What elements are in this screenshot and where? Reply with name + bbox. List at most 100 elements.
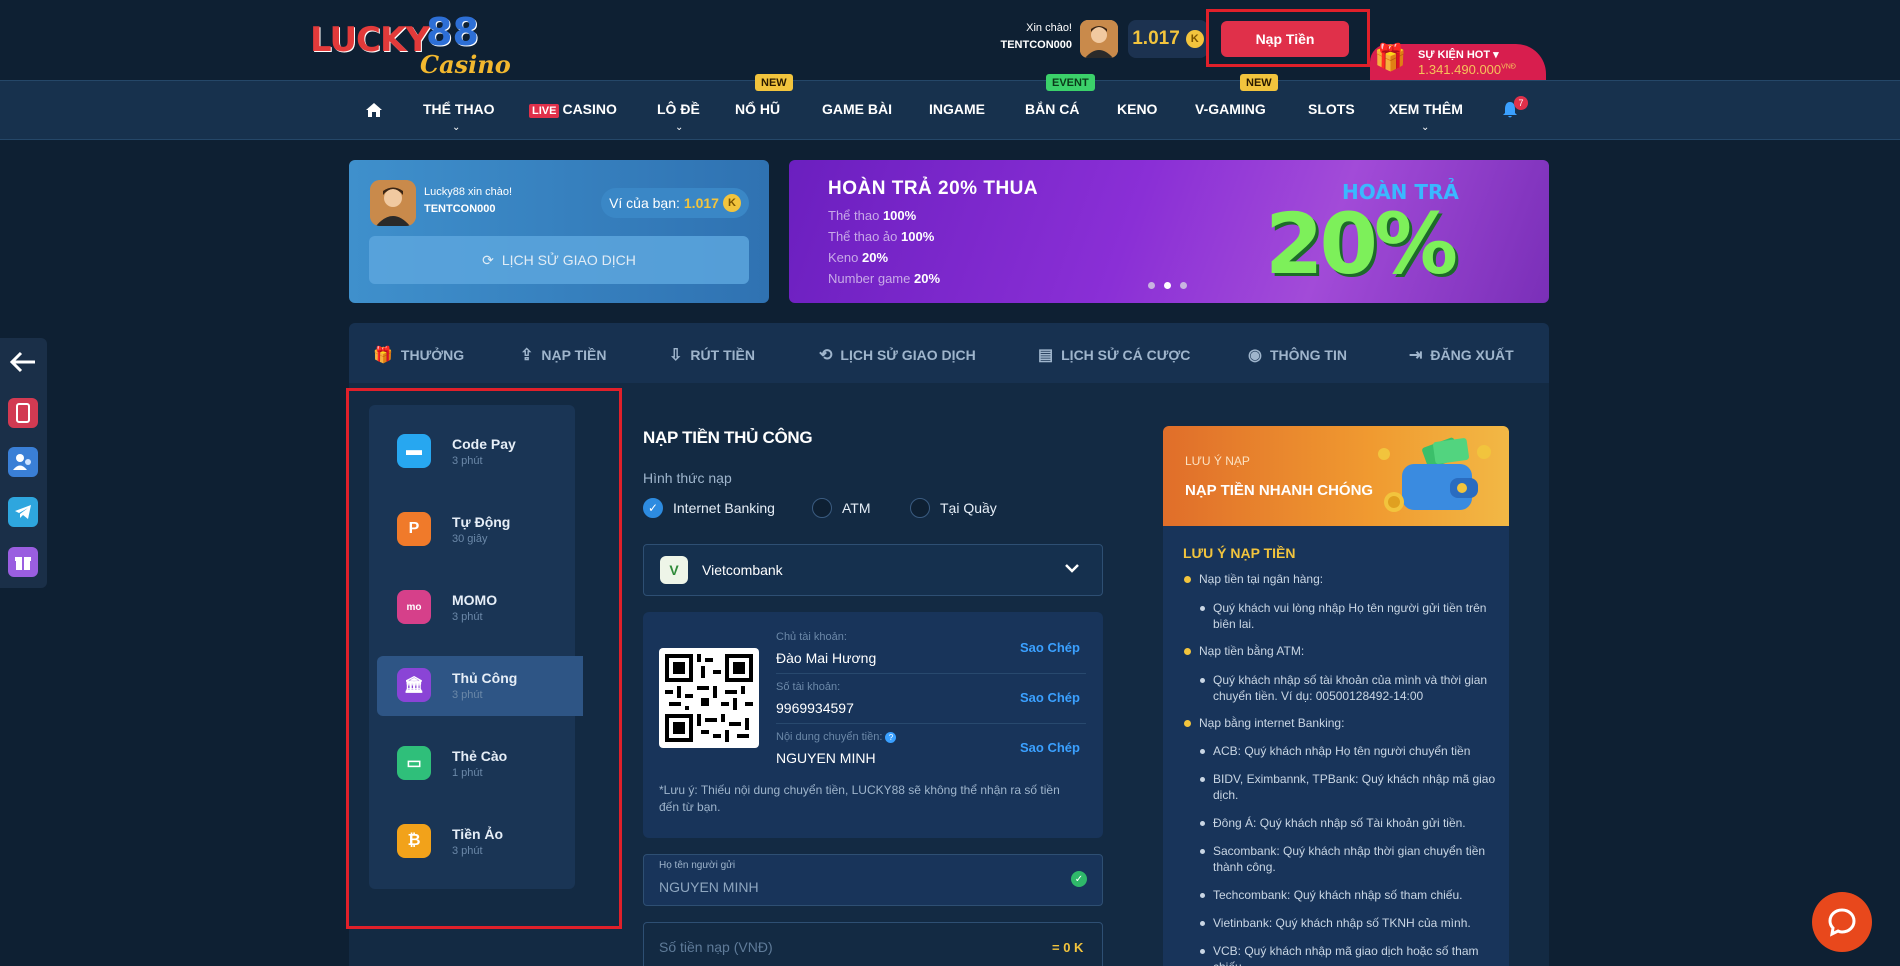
coin-icon: K <box>722 194 741 212</box>
note-subitem: Techcombank: Quý khách nhập số tham chiế… <box>1200 887 1500 903</box>
note-item: Nạp tiền tại ngân hàng: <box>1184 572 1323 586</box>
coin-icon: K <box>1185 30 1204 48</box>
copy-transfer-note-button[interactable]: Sao Chép <box>1020 740 1080 755</box>
note-subitem: Đông Á: Quý khách nhập số Tài khoản gửi … <box>1200 815 1500 831</box>
promo-line: Keno 20% <box>828 250 889 265</box>
account-number-value: 9969934597 <box>776 700 854 716</box>
note-subitem: Quý khách vui lòng nhập Họ tên người gửi… <box>1200 600 1500 632</box>
telegram-icon[interactable] <box>8 497 38 527</box>
account-holder-value: Đào Mai Hương <box>776 650 877 666</box>
promo-title: HOÀN TRẢ 20% THUA <box>828 178 1039 199</box>
transaction-history-button[interactable]: ⟳ LỊCH SỬ GIAO DỊCH <box>369 236 749 284</box>
note-subitem: Sacombank: Quý khách nhập thời gian chuy… <box>1200 843 1500 875</box>
nav-v-gaming[interactable]: V-GAMING <box>1195 101 1266 117</box>
deposit-button[interactable]: Nạp Tiền <box>1221 21 1349 57</box>
note-subitem: ACB: Quý khách nhập Họ tên người chuyển … <box>1200 743 1500 759</box>
notes-heading: LƯU Ý NẠP TIỀN <box>1183 545 1296 561</box>
carousel-dot[interactable] <box>1148 282 1155 289</box>
sender-name-value: NGUYEN MINH <box>659 879 759 895</box>
new-badge: NEW <box>1240 74 1278 91</box>
chevron-down-icon: ⌄ <box>675 122 684 133</box>
form-title: NẠP TIỀN THỦ CÔNG <box>643 428 813 447</box>
nav-keno[interactable]: KENO <box>1117 101 1157 117</box>
avatar <box>370 180 416 226</box>
nav-ingame[interactable]: INGAME <box>929 101 985 117</box>
promo-line: Number game 20% <box>828 271 941 286</box>
transfer-note-label: Nội dung chuyển tiền: ? <box>776 731 897 743</box>
tab-bet-history[interactable]: ▤ LỊCH SỬ CÁ CƯỢC <box>1038 345 1190 365</box>
tab-transaction-history[interactable]: ⟲ LỊCH SỬ GIAO DỊCH <box>819 345 976 365</box>
divider <box>776 723 1086 724</box>
tab-profile[interactable]: ◉ THÔNG TIN <box>1248 345 1347 365</box>
radio-internet-banking[interactable]: ✓ Internet Banking <box>643 498 775 518</box>
withdraw-icon: ⇩ <box>669 347 683 364</box>
receipt-icon: ▤ <box>1038 347 1054 364</box>
chevron-down-icon: ▾ <box>1493 49 1499 61</box>
transfer-warning: *Lưu ý: Thiếu nội dung chuyển tiền, LUCK… <box>659 783 1060 814</box>
copy-account-number-button[interactable]: Sao Chép <box>1020 690 1080 705</box>
new-badge: NEW <box>755 74 793 91</box>
gift-icon[interactable] <box>8 547 38 577</box>
promo-art-percent: 20% <box>1265 195 1458 293</box>
nav-card-games[interactable]: GAME BÀI <box>822 101 892 117</box>
amount-converted: = 0 K <box>1052 940 1084 955</box>
logout-icon: ⇥ <box>1409 347 1423 364</box>
deposit-amount-placeholder: Số tiền nạp (VNĐ) <box>659 939 773 955</box>
notes-banner-subtitle: LƯU Ý NẠP <box>1185 454 1250 468</box>
nav-slots[interactable]: SLOTS <box>1308 101 1355 117</box>
note-item: Nạp tiền bằng ATM: <box>1184 644 1304 658</box>
chat-icon <box>1828 908 1856 937</box>
note-subitem: Quý khách nhập số tài khoản của mình và … <box>1200 672 1500 704</box>
nav-more[interactable]: XEM THÊM <box>1389 101 1463 117</box>
selected-bank: Vietcombank <box>702 562 783 578</box>
header-greeting: Xin chào! TENTCON000 <box>960 20 1072 54</box>
gift-icon: 🎁 <box>373 347 393 364</box>
nav-lottery[interactable]: LÔ ĐỀ <box>657 101 700 117</box>
chevron-down-icon: ⌄ <box>1421 122 1430 133</box>
radio-counter[interactable]: Tại Quầy <box>910 498 997 518</box>
note-subitem: Vietinbank: Quý khách nhập số TKNH của m… <box>1200 915 1500 931</box>
user-name: TENTCON000 <box>424 203 496 215</box>
phone-icon[interactable] <box>8 398 38 428</box>
home-icon[interactable] <box>364 100 384 125</box>
tab-deposit[interactable]: ⇪ NẠP TIỀN <box>520 345 607 365</box>
vietcombank-icon: V <box>660 556 688 584</box>
check-icon: ✓ <box>643 498 663 518</box>
wallet-money-icon <box>1372 434 1496 520</box>
users-icon[interactable] <box>8 447 38 477</box>
nav-jackpot[interactable]: NỔ HŨ <box>735 101 780 117</box>
refresh-icon: ⟳ <box>482 251 494 268</box>
deposit-icon: ⇪ <box>520 347 534 364</box>
hot-event-title: SỰ KIỆN HOT ▾ <box>1418 49 1499 61</box>
lucky88-logo[interactable]: LUCKY 88 Casino <box>308 6 511 79</box>
account-holder-label: Chủ tài khoản: <box>776 631 847 643</box>
history-icon: ⟲ <box>819 347 833 364</box>
tab-rewards[interactable]: 🎁 THƯỞNG <box>373 345 464 365</box>
gift-icon: 🎁 <box>1374 42 1407 72</box>
note-subitem: VCB: Quý khách nhập mã giao dịch hoặc số… <box>1200 943 1500 966</box>
note-subitem: BIDV, Eximbannk, TPBank: Quý khách nhập … <box>1200 771 1500 803</box>
promo-line: Thể thao 100% <box>828 208 917 223</box>
copy-account-holder-button[interactable]: Sao Chép <box>1020 640 1080 655</box>
nav-live-casino[interactable]: LIVE CASINO <box>529 101 617 118</box>
note-item: Nạp bằng internet Banking: <box>1184 716 1344 730</box>
nav-sports[interactable]: THỂ THAO <box>423 101 495 117</box>
carousel-dot[interactable] <box>1180 282 1187 289</box>
back-arrow-icon[interactable] <box>8 347 38 377</box>
balance-display: 1.017 K <box>1128 20 1208 58</box>
user-greeting: Lucky88 xin chào! <box>424 186 513 198</box>
avatar[interactable] <box>1080 20 1118 58</box>
account-number-label: Số tài khoản: <box>776 681 841 693</box>
tab-logout[interactable]: ⇥ ĐĂNG XUẤT <box>1409 345 1514 365</box>
user-icon: ◉ <box>1248 347 1262 364</box>
nav-fishing[interactable]: BẮN CÁ <box>1025 101 1079 117</box>
carousel-dot-active[interactable] <box>1164 282 1171 289</box>
divider <box>776 673 1086 674</box>
radio-atm[interactable]: ATM <box>812 498 871 518</box>
notification-badge: 7 <box>1514 96 1528 110</box>
hot-event-amount: 1.341.490.000VNĐ <box>1418 62 1516 77</box>
event-badge: EVENT <box>1046 74 1095 91</box>
live-chat-button[interactable] <box>1812 892 1872 952</box>
help-icon: ? <box>885 732 897 743</box>
tab-withdraw[interactable]: ⇩ RÚT TIỀN <box>669 345 755 365</box>
